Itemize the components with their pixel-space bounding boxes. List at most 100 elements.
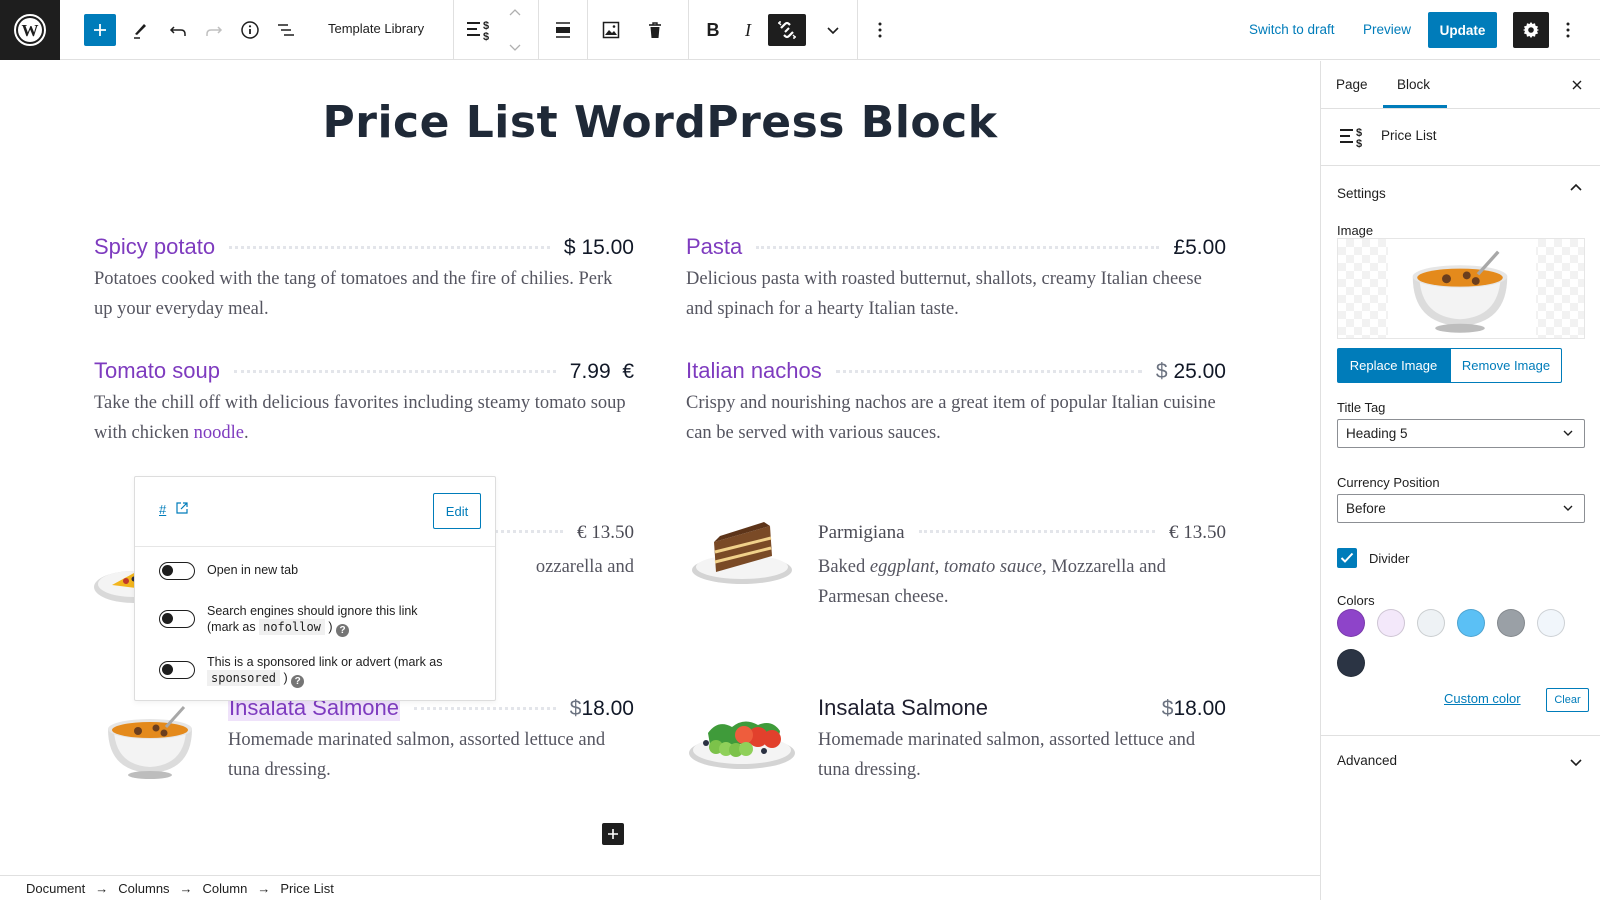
toolbar-divider: [857, 0, 858, 60]
details-button[interactable]: [238, 12, 262, 48]
item-description[interactable]: Delicious pasta with roasted butternut, …: [686, 264, 1226, 324]
tab-block[interactable]: Block: [1397, 77, 1430, 92]
close-sidebar-button[interactable]: [1567, 75, 1587, 95]
description-link[interactable]: noodle: [194, 423, 244, 443]
color-swatch[interactable]: [1457, 609, 1485, 637]
custom-color-button[interactable]: Custom color: [1444, 691, 1521, 706]
unlink-button[interactable]: [768, 14, 806, 46]
item-price[interactable]: € 13.50: [1169, 522, 1226, 544]
undo-button[interactable]: [166, 12, 190, 48]
remove-image-button[interactable]: Remove Image: [1450, 348, 1562, 383]
salad-plate-image[interactable]: [688, 709, 796, 778]
help-icon[interactable]: ?: [336, 624, 350, 637]
tab-page[interactable]: Page: [1336, 77, 1368, 92]
nofollow-toggle[interactable]: [159, 610, 195, 628]
item-price[interactable]: $ 15.00: [564, 236, 634, 260]
update-button[interactable]: Update: [1428, 12, 1497, 48]
item-title[interactable]: Pasta: [686, 234, 742, 260]
color-swatch[interactable]: [1497, 609, 1525, 637]
clear-color-button[interactable]: Clear: [1546, 688, 1589, 712]
link-url[interactable]: #: [159, 502, 166, 517]
item-divider: [835, 370, 1142, 373]
move-down-icon[interactable]: [508, 42, 522, 52]
price-list-item[interactable]: Spicy potato $ 15.00 Potatoes cooked wit…: [94, 234, 634, 324]
price-list-item[interactable]: Italian nachos $ 25.00 Crispy and nouris…: [686, 358, 1226, 448]
currency-position-select[interactable]: Before: [1337, 494, 1585, 523]
image-preview[interactable]: [1337, 238, 1585, 339]
item-title[interactable]: Parmigiana: [818, 522, 905, 544]
more-options-button[interactable]: [1560, 12, 1576, 48]
breadcrumb-price-list[interactable]: Price List: [280, 881, 333, 896]
editor-canvas[interactable]: Price List WordPress Block Spicy potato …: [0, 61, 1320, 875]
list-view-button[interactable]: [274, 12, 298, 48]
italic-button[interactable]: I: [736, 12, 760, 48]
title-tag-select[interactable]: Heading 5: [1337, 419, 1585, 448]
divider-checkbox[interactable]: [1337, 548, 1357, 568]
item-price[interactable]: € 13.50: [577, 522, 634, 544]
cake-image[interactable]: [690, 516, 794, 591]
soup-bowl-image[interactable]: [104, 701, 196, 786]
help-icon[interactable]: ?: [291, 675, 305, 688]
price-list-item[interactable]: Insalata Salmone $18.00 Homemade marinat…: [228, 695, 634, 785]
external-link-icon[interactable]: [175, 501, 189, 515]
bold-icon: B: [706, 19, 720, 40]
tools-button[interactable]: [128, 12, 152, 48]
open-new-tab-toggle[interactable]: [159, 562, 195, 580]
preview-button[interactable]: Preview: [1363, 22, 1411, 37]
template-library-button[interactable]: Template Library: [328, 21, 424, 36]
move-up-icon[interactable]: [508, 8, 522, 18]
align-button[interactable]: [550, 12, 576, 48]
item-title[interactable]: Tomato soup: [94, 358, 220, 384]
item-divider: [756, 246, 1160, 249]
settings-button[interactable]: [1513, 12, 1549, 48]
item-description[interactable]: Potatoes cooked with the tang of tomatoe…: [94, 264, 634, 324]
chevron-down-icon[interactable]: [1569, 757, 1583, 767]
add-block-button[interactable]: [84, 14, 116, 46]
bold-button[interactable]: B: [700, 12, 726, 48]
item-title[interactable]: Italian nachos: [686, 358, 822, 384]
chevron-up-icon[interactable]: [1569, 183, 1583, 193]
item-description[interactable]: Baked eggplant, tomato sauce, Mozzarella…: [818, 552, 1226, 612]
item-price[interactable]: £5.00: [1173, 236, 1226, 260]
image-button[interactable]: [598, 12, 624, 48]
breadcrumb-column[interactable]: Column: [203, 881, 248, 896]
price-list-item[interactable]: Pasta £5.00 Delicious pasta with roasted…: [686, 234, 1226, 324]
page-title[interactable]: Price List WordPress Block: [0, 97, 1320, 148]
more-rich-text-button[interactable]: [822, 12, 844, 48]
switch-to-draft-button[interactable]: Switch to draft: [1249, 22, 1335, 37]
color-swatch[interactable]: [1337, 609, 1365, 637]
item-description[interactable]: Homemade marinated salmon, assorted lett…: [818, 725, 1226, 785]
item-price[interactable]: $ 25.00: [1156, 360, 1226, 384]
open-new-tab-row: Open in new tab: [159, 562, 298, 580]
replace-image-button[interactable]: Replace Image: [1337, 348, 1450, 383]
block-type-button[interactable]: $ $: [464, 12, 494, 48]
breadcrumb-columns[interactable]: Columns: [118, 881, 169, 896]
advanced-panel-toggle[interactable]: Advanced: [1337, 753, 1397, 768]
item-description[interactable]: Homemade marinated salmon, assorted lett…: [228, 725, 634, 785]
delete-button[interactable]: [642, 12, 668, 48]
price-list-item[interactable]: Insalata Salmone $18.00 Homemade marinat…: [818, 695, 1226, 785]
price-list-item[interactable]: Tomato soup 7.99 € Take the chill off wi…: [94, 358, 634, 448]
color-swatch[interactable]: [1537, 609, 1565, 637]
item-description[interactable]: Crispy and nourishing nachos are a great…: [686, 388, 1226, 448]
price-amount: 15.00: [581, 236, 634, 259]
append-block-button[interactable]: [602, 823, 624, 845]
item-price[interactable]: $18.00: [570, 697, 634, 721]
breadcrumb-document[interactable]: Document: [26, 881, 85, 896]
item-price[interactable]: 7.99 €: [570, 360, 634, 384]
block-options-button[interactable]: [870, 12, 890, 48]
item-price[interactable]: $18.00: [1162, 697, 1226, 721]
edit-link-button[interactable]: Edit: [433, 493, 481, 529]
toolbar-divider: [688, 0, 689, 60]
price-list-item[interactable]: Parmigiana € 13.50 Baked eggplant, tomat…: [818, 522, 1226, 612]
wordpress-logo-button[interactable]: W: [0, 0, 60, 60]
item-title[interactable]: Spicy potato: [94, 234, 215, 260]
item-title[interactable]: Insalata Salmone: [818, 695, 988, 721]
color-swatch[interactable]: [1337, 649, 1365, 677]
sponsored-toggle[interactable]: [159, 661, 195, 679]
redo-button[interactable]: [202, 12, 226, 48]
settings-panel-toggle[interactable]: Settings: [1337, 186, 1386, 201]
item-description[interactable]: Take the chill off with delicious favori…: [94, 388, 634, 448]
color-swatch[interactable]: [1377, 609, 1405, 637]
color-swatch[interactable]: [1417, 609, 1445, 637]
